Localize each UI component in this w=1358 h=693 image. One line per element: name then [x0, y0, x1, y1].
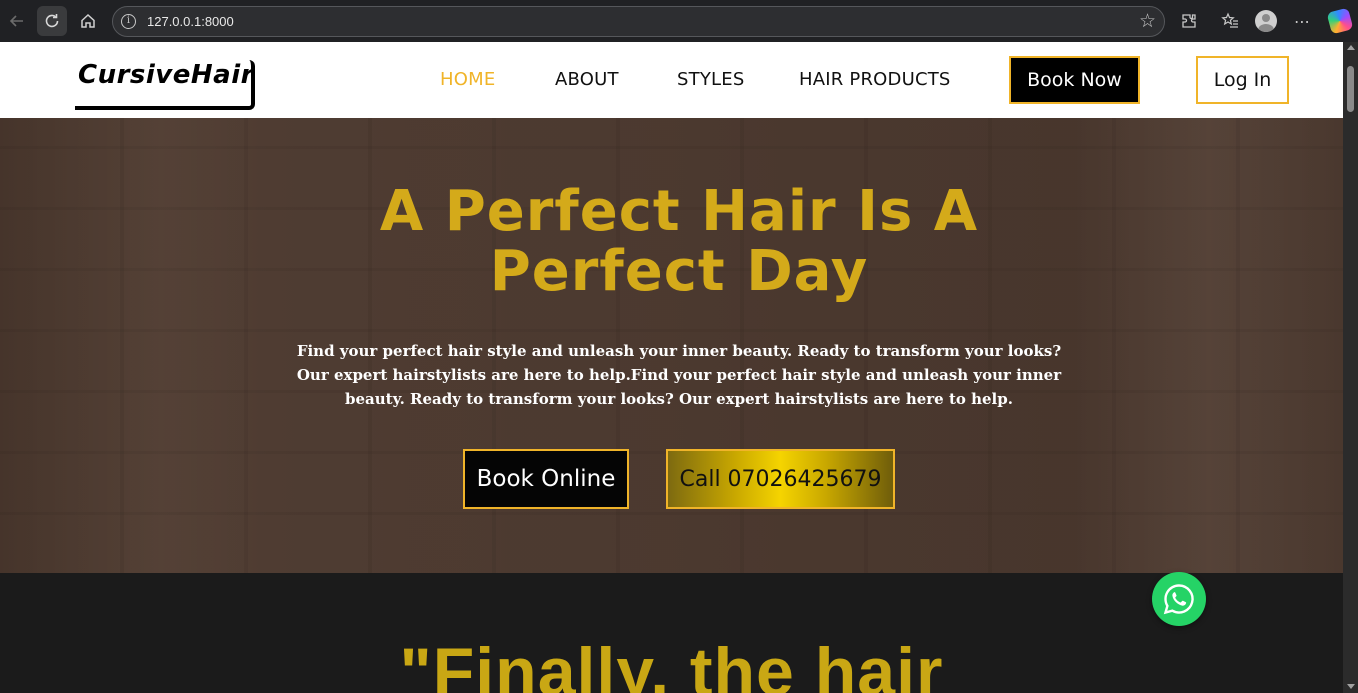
page-scrollbar[interactable] [1343, 42, 1358, 693]
nav-home[interactable]: HOME [440, 69, 495, 90]
nav-about[interactable]: ABOUT [555, 69, 619, 90]
login-button[interactable]: Log In [1196, 56, 1289, 104]
whatsapp-icon[interactable] [1152, 572, 1206, 626]
logo[interactable]: CursiveHair [75, 60, 255, 110]
book-now-button[interactable]: Book Now [1009, 56, 1140, 104]
more-icon[interactable]: ⋯ [1287, 6, 1317, 36]
testimonial-section: "Finally, the hair [0, 573, 1343, 693]
site-info-icon[interactable]: i [121, 14, 136, 29]
reload-icon[interactable] [37, 6, 67, 36]
nav-styles[interactable]: STYLES [677, 69, 744, 90]
hero-title-line1: A Perfect Hair Is A [379, 179, 979, 244]
book-online-button[interactable]: Book Online [463, 449, 629, 509]
hero-title: A Perfect Hair Is A Perfect Day [279, 182, 1079, 302]
logo-text[interactable]: CursiveHair [78, 60, 254, 90]
back-icon[interactable] [2, 6, 32, 36]
favorites-icon[interactable] [1215, 6, 1245, 36]
hero-description: Find your perfect hair style and unleash… [296, 342, 1062, 408]
extensions-icon[interactable] [1174, 6, 1204, 36]
hero-title-line2: Perfect Day [489, 239, 869, 304]
site-header: CursiveHair HOME ABOUT STYLES HAIR PRODU… [0, 42, 1343, 118]
testimonial-heading: "Finally, the hair [399, 634, 944, 693]
profile-icon[interactable] [1251, 6, 1281, 36]
home-icon[interactable] [73, 6, 103, 36]
copilot-icon[interactable] [1325, 6, 1355, 36]
address-url[interactable]: 127.0.0.1:8000 [147, 14, 234, 29]
scroll-down-icon[interactable] [1347, 684, 1355, 689]
page-viewport: CursiveHair HOME ABOUT STYLES HAIR PRODU… [0, 42, 1343, 693]
address-bar[interactable]: i 127.0.0.1:8000 ☆ [112, 6, 1165, 37]
scroll-up-icon[interactable] [1347, 45, 1355, 50]
browser-toolbar: i 127.0.0.1:8000 ☆ ⋯ [0, 0, 1358, 42]
nav-hair-products[interactable]: HAIR PRODUCTS [799, 69, 951, 90]
bookmark-star-icon[interactable]: ☆ [1139, 10, 1156, 32]
hero-section: A Perfect Hair Is A Perfect Day Find you… [0, 118, 1343, 573]
call-button[interactable]: Call 07026425679 [666, 449, 895, 509]
scrollbar-thumb[interactable] [1347, 66, 1354, 112]
